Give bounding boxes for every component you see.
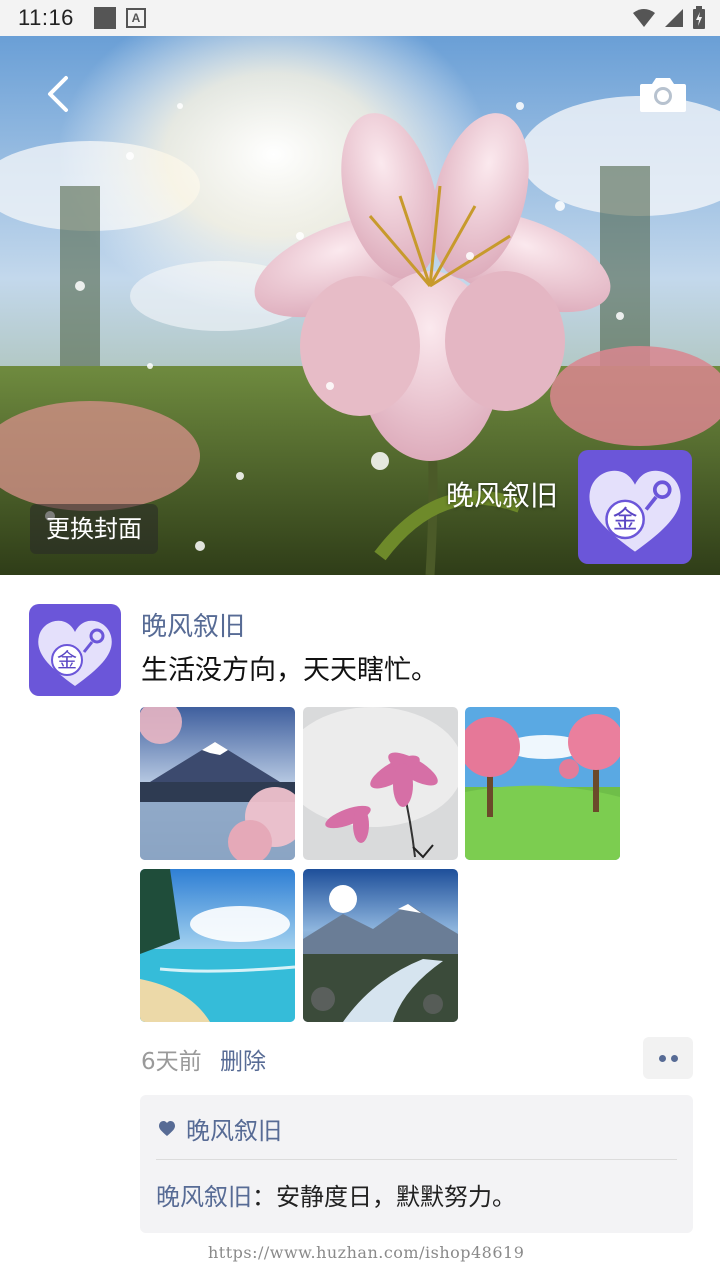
delete-button[interactable]: 删除 [220, 1042, 266, 1076]
camera-button[interactable] [636, 74, 690, 116]
heart-icon [159, 1120, 175, 1136]
comment-author[interactable]: 晚风叙旧 [156, 1183, 252, 1211]
post-avatar[interactable]: 金 [29, 604, 121, 696]
wifi-icon [633, 9, 655, 27]
mountain-lake-cherry-blossom-image [140, 707, 295, 860]
heart-coin-logo-icon: 金 [29, 604, 121, 696]
notification-icon [93, 7, 116, 29]
dot-icon [670, 1054, 678, 1062]
mountain-stream-image [303, 869, 458, 1022]
status-bar: 11:16 A [0, 0, 720, 36]
chevron-left-icon [48, 76, 68, 112]
post-photo-1[interactable] [140, 707, 295, 860]
like-user-name[interactable]: 晚风叙旧 [186, 1111, 282, 1146]
cover-avatar[interactable]: 金 [578, 450, 692, 564]
change-cover-button[interactable]: 更换封面 [30, 504, 158, 554]
comment-separator: ： [252, 1183, 276, 1211]
like-row: 晚风叙旧 [158, 1111, 282, 1146]
comment-area: 晚风叙旧 晚风叙旧：安静度日，默默努力。 [140, 1095, 693, 1233]
more-actions-button[interactable] [643, 1037, 693, 1079]
battery-icon [693, 6, 705, 29]
cover-image[interactable]: 更换封面 晚风叙旧 金 [0, 36, 720, 575]
divider [156, 1159, 677, 1160]
cover-user-name: 晚风叙旧 [445, 479, 558, 512]
comment-item[interactable]: 晚风叙旧：安静度日，默默努力。 [156, 1177, 516, 1212]
comment-text: 安静度日，默默努力。 [276, 1183, 516, 1211]
dot-icon [658, 1054, 666, 1062]
keyboard-icon: A [125, 8, 146, 28]
camera-icon [640, 78, 686, 112]
status-time: 11:16 [18, 5, 74, 30]
status-icons [632, 6, 706, 30]
post-text: 生活没方向，天天瞎忙。 [141, 655, 438, 686]
pink-trees-meadow-image [465, 707, 620, 860]
post-photo-5[interactable] [303, 869, 458, 1022]
back-button[interactable] [38, 72, 82, 116]
watermark: https://www.huzhan.com/ishop48619 [208, 1243, 525, 1262]
avatar-glyph: 金 [613, 505, 638, 534]
heart-coin-logo-icon: 金 [578, 450, 692, 564]
signal-icon [665, 9, 683, 27]
tropical-beach-image [140, 869, 295, 1022]
post-time: 6天前 [141, 1049, 202, 1075]
post-photo-3[interactable] [465, 707, 620, 860]
post-user-name[interactable]: 晚风叙旧 [141, 606, 245, 643]
post-photo-2[interactable] [303, 707, 458, 860]
post-photo-4[interactable] [140, 869, 295, 1022]
pink-flowers-mist-image [303, 707, 458, 860]
avatar-glyph: 金 [57, 648, 77, 672]
